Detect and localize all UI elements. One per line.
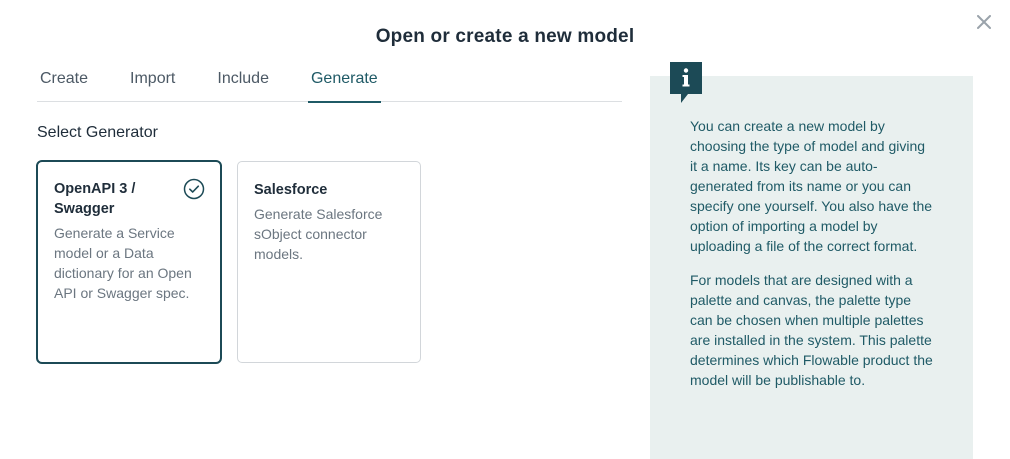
info-icon bbox=[670, 62, 702, 104]
tab-create[interactable]: Create bbox=[37, 66, 91, 102]
check-circle-icon bbox=[183, 178, 205, 200]
info-paragraph: You can create a new model by choosing t… bbox=[690, 118, 933, 254]
generator-card-openapi[interactable]: OpenAPI 3 / Swagger Generate a Service m… bbox=[36, 160, 222, 364]
info-paragraph: For models that are designed with a pale… bbox=[690, 272, 933, 388]
tab-import[interactable]: Import bbox=[127, 66, 178, 102]
card-title: OpenAPI 3 / Swagger bbox=[54, 181, 136, 217]
generator-card-salesforce[interactable]: Salesforce Generate Salesforce sObject c… bbox=[237, 161, 421, 363]
generator-cards: OpenAPI 3 / Swagger Generate a Service m… bbox=[36, 160, 438, 364]
info-panel: You can create a new model by choosing t… bbox=[650, 76, 973, 459]
select-generator-label: Select Generator bbox=[37, 124, 158, 141]
tab-bar: Create Import Include Generate bbox=[37, 66, 622, 103]
card-description: Generate Salesforce sObject connector mo… bbox=[254, 206, 383, 262]
new-model-dialog: Open or create a new model Create Import… bbox=[0, 0, 1010, 459]
tab-include[interactable]: Include bbox=[214, 66, 272, 102]
dialog-title: Open or create a new model bbox=[375, 26, 635, 47]
card-description: Generate a Service model or a Data dicti… bbox=[54, 225, 192, 301]
card-title: Salesforce bbox=[254, 182, 328, 198]
tab-generate[interactable]: Generate bbox=[307, 66, 381, 103]
